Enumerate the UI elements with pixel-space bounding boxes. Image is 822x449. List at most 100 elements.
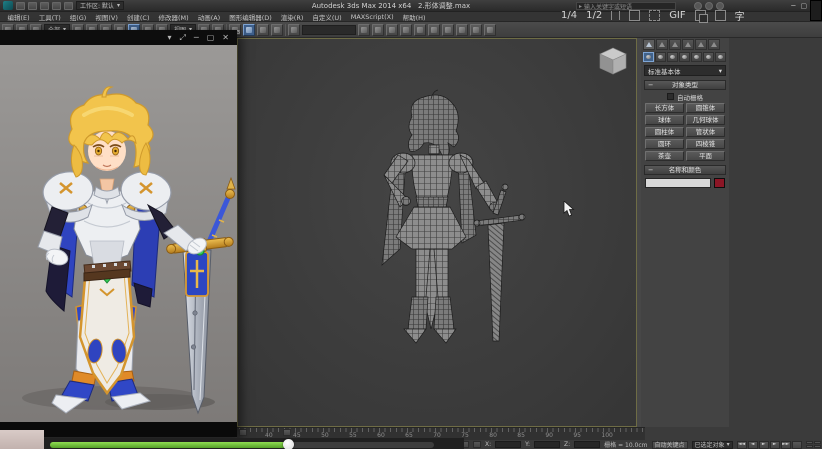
spinner-snap-icon[interactable] — [271, 24, 283, 36]
menu-item[interactable]: 图形编辑器(D) — [225, 12, 277, 22]
object-color-swatch[interactable] — [714, 178, 725, 188]
subcat-helpers-icon[interactable] — [691, 52, 702, 62]
primitive-button[interactable]: 茶壶 — [645, 151, 684, 161]
crop-width-icon[interactable] — [611, 11, 620, 20]
primitive-button[interactable]: 几何球体 — [686, 115, 725, 125]
chevron-down-icon[interactable]: ▾ — [167, 33, 171, 42]
graphite-ribbon-icon[interactable] — [400, 24, 412, 36]
half-size-button[interactable]: 1/2 — [586, 10, 602, 21]
video-progress-bar[interactable] — [44, 438, 464, 449]
open-file-icon[interactable] — [28, 2, 37, 10]
viewport-nav-controls[interactable] — [806, 441, 821, 448]
render-setup-icon[interactable] — [456, 24, 468, 36]
viewcube[interactable] — [599, 45, 627, 75]
subcat-cameras-icon[interactable] — [679, 52, 690, 62]
named-selection-field[interactable] — [302, 25, 356, 35]
primitive-button[interactable]: 球体 — [645, 115, 684, 125]
primitive-button[interactable]: 圆柱体 — [645, 127, 684, 137]
workspace-dropdown[interactable]: 工作区: 默认 ▾ — [76, 1, 124, 10]
x-coordinate-field[interactable] — [495, 441, 521, 448]
menu-item[interactable]: 工具(T) — [34, 12, 65, 22]
close-button[interactable]: ✕ — [222, 33, 229, 42]
gif-button[interactable]: GIF — [669, 10, 685, 21]
video-progress-track[interactable] — [50, 442, 434, 448]
menu-item[interactable]: MAXScript(X) — [346, 13, 398, 21]
go-to-end-button[interactable]: ►► — [781, 441, 791, 449]
tab-modify[interactable] — [656, 39, 668, 50]
tab-display[interactable] — [695, 39, 707, 50]
menu-item[interactable]: 视图(V) — [91, 12, 123, 22]
play-button[interactable]: ► — [759, 441, 769, 449]
menu-item[interactable]: 渲染(R) — [276, 12, 308, 22]
percent-snap-icon[interactable] — [257, 24, 269, 36]
region-capture-icon[interactable] — [649, 10, 660, 21]
max-application-button[interactable] — [3, 1, 13, 10]
subcat-geometry-icon[interactable] — [643, 52, 654, 62]
draw-tool-icon[interactable] — [715, 10, 726, 21]
text-tool-button[interactable]: 字 — [735, 8, 745, 23]
menu-item[interactable]: 编辑(E) — [3, 12, 34, 22]
render-production-icon[interactable] — [484, 24, 496, 36]
key-filter-dropdown[interactable]: 已选定对象 ▾ — [692, 441, 733, 449]
key-mode-button[interactable] — [792, 441, 802, 449]
coord-mode-icon[interactable] — [473, 441, 481, 448]
next-frame-button[interactable]: ► — [770, 441, 780, 449]
mini-curve-editor-button[interactable] — [239, 429, 247, 436]
object-type-rollout-header[interactable]: − 对象类型 — [644, 80, 726, 90]
primitive-button[interactable]: 四棱锥 — [686, 139, 725, 149]
new-scene-icon[interactable] — [16, 2, 25, 10]
window-capture-icon[interactable] — [629, 10, 640, 21]
subcat-shapes-icon[interactable] — [655, 52, 666, 62]
auto-key-button[interactable]: 自动关键点 — [652, 441, 688, 449]
layers-capture-icon[interactable] — [695, 10, 706, 21]
perspective-viewport[interactable] — [237, 38, 637, 427]
primitive-button[interactable]: 长方体 — [645, 103, 684, 113]
y-coordinate-field[interactable] — [534, 441, 560, 448]
curve-editor-icon[interactable] — [414, 24, 426, 36]
tab-hierarchy[interactable] — [669, 39, 681, 50]
primitive-button[interactable]: 圆锥体 — [686, 103, 725, 113]
primitive-button[interactable]: 平面 — [686, 151, 725, 161]
mirror-icon[interactable] — [358, 24, 370, 36]
menu-item[interactable]: 帮助(H) — [398, 12, 430, 22]
maximize-button[interactable]: ▢ — [207, 33, 215, 42]
minimize-button[interactable]: ─ — [791, 2, 795, 10]
primitive-button[interactable]: 管状体 — [686, 127, 725, 137]
tab-utilities[interactable] — [708, 39, 720, 50]
recorder-edge-button[interactable] — [810, 0, 822, 21]
maximize-button[interactable]: ▢ — [801, 2, 808, 10]
timeline-options-icon[interactable] — [283, 429, 291, 436]
primitive-button[interactable]: 圆环 — [645, 139, 684, 149]
previous-frame-button[interactable]: ◄ — [748, 441, 758, 449]
menu-item[interactable]: 创建(C) — [122, 12, 154, 22]
menu-item[interactable]: 自定义(U) — [308, 12, 346, 22]
object-name-field[interactable] — [645, 178, 711, 188]
tab-create[interactable] — [643, 39, 655, 50]
image-viewer-window[interactable]: ▾ ⤢ ─ ▢ ✕ — [0, 30, 237, 437]
edit-named-selection-icon[interactable] — [288, 24, 300, 36]
video-progress-knob[interactable] — [283, 439, 294, 449]
quarter-size-button[interactable]: 1/4 — [561, 10, 577, 21]
subcat-lights-icon[interactable] — [667, 52, 678, 62]
menu-item[interactable]: 组(G) — [65, 12, 91, 22]
primitive-category-dropdown[interactable]: 标准基本体 ▾ — [644, 65, 726, 76]
fullscreen-icon[interactable]: ⤢ — [180, 33, 186, 43]
name-color-rollout-header[interactable]: − 名称和颜色 — [644, 165, 726, 175]
angle-snap-icon[interactable] — [243, 24, 255, 36]
subcat-spacewarps-icon[interactable] — [703, 52, 714, 62]
rendered-frame-icon[interactable] — [470, 24, 482, 36]
autogrid-checkbox[interactable] — [667, 93, 674, 100]
subcat-systems-icon[interactable] — [715, 52, 726, 62]
image-viewer-titlebar[interactable]: ▾ ⤢ ─ ▢ ✕ — [0, 30, 237, 45]
schematic-view-icon[interactable] — [428, 24, 440, 36]
wireframe-model[interactable] — [238, 39, 638, 428]
redo-icon[interactable] — [64, 2, 73, 10]
layer-manager-icon[interactable] — [386, 24, 398, 36]
z-coordinate-field[interactable] — [574, 441, 600, 448]
tab-motion[interactable] — [682, 39, 694, 50]
menu-item[interactable]: 动画(A) — [193, 12, 225, 22]
menu-item[interactable]: 修改器(M) — [154, 12, 193, 22]
material-editor-icon[interactable] — [442, 24, 454, 36]
save-file-icon[interactable] — [40, 2, 49, 10]
align-icon[interactable] — [372, 24, 384, 36]
